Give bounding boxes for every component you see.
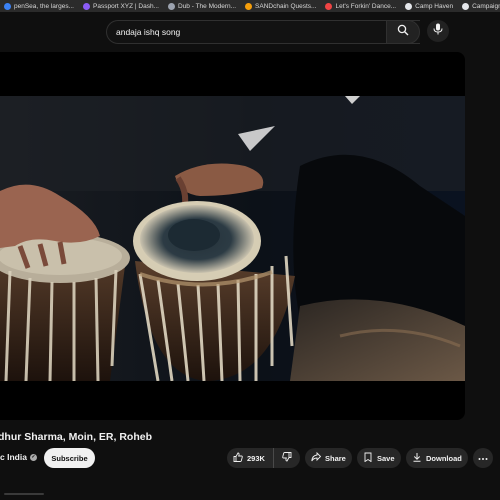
share-icon [311,451,322,464]
search-input[interactable]: andaja ishq song [116,27,386,37]
share-label: Share [325,453,346,463]
bookmark-item[interactable]: Passport XYZ | Dash... [79,2,164,10]
bookmark-item[interactable]: Camp Haven [401,2,458,10]
channel-name-text[interactable]: c India [0,452,27,462]
video-title: dhur Sharma, Moin, ER, Roheb [0,431,153,443]
save-button[interactable]: Save [357,448,401,468]
bookmark-label: Camp Haven [415,2,454,10]
thumbs-down-icon [282,452,292,464]
video-frame[interactable] [0,96,465,381]
like-count: 293K [247,453,265,463]
bookmark-label: Passport XYZ | Dash... [93,2,159,10]
bookmark-item[interactable]: Dub - The Modern... [164,2,241,10]
search-button[interactable] [386,20,420,44]
bookmark-favicon-icon [325,2,333,10]
download-icon [412,452,422,464]
share-button[interactable]: Share [305,448,352,468]
dislike-button[interactable] [274,448,300,468]
bookmark-label: penSea, the larges... [14,2,74,10]
top-bar: andaja ishq song [0,12,500,50]
bookmark-favicon-icon [245,2,253,10]
bookmark-favicon-icon [4,2,11,10]
search-icon [397,23,409,41]
bookmark-item[interactable]: SANDchain Quests... [241,2,321,10]
like-button[interactable]: 293K [227,448,274,468]
video-scene-tabla [0,96,465,381]
video-player[interactable] [0,52,465,420]
bookmark-favicon-icon [462,2,470,10]
like-dislike-group: 293K [227,448,300,468]
save-label: Save [377,453,395,463]
voice-search-button[interactable] [427,20,449,42]
bookmark-label: Let's Forkin' Dance... [335,2,397,10]
bookmark-label: Campaign [472,2,500,10]
more-actions-button[interactable] [473,448,493,468]
bookmark-item[interactable]: penSea, the larges... [0,2,79,10]
thumbs-up-icon [233,452,243,464]
description-peek [0,488,500,500]
bookmark-favicon-icon [83,2,90,10]
subscribe-button[interactable]: Subscribe [44,448,95,468]
bookmark-item[interactable]: Campaign [458,2,500,10]
save-playlist-icon [363,452,373,464]
download-button[interactable]: Download [406,448,468,468]
bookmarks-bar: penSea, the larges... Passport XYZ | Dash… [0,0,500,12]
bookmark-favicon-icon [405,2,413,10]
verified-icon: ✓ [29,453,37,461]
bookmark-label: SANDchain Quests... [255,2,317,10]
bookmark-item[interactable]: Let's Forkin' Dance... [321,2,401,10]
mic-icon [433,22,443,40]
channel-name[interactable]: c India ✓ [0,452,37,462]
more-horizontal-icon [478,454,488,463]
search-box[interactable]: andaja ishq song [106,20,420,44]
bookmark-label: Dub - The Modern... [178,2,237,10]
bookmark-favicon-icon [168,2,175,10]
download-label: Download [426,453,462,463]
